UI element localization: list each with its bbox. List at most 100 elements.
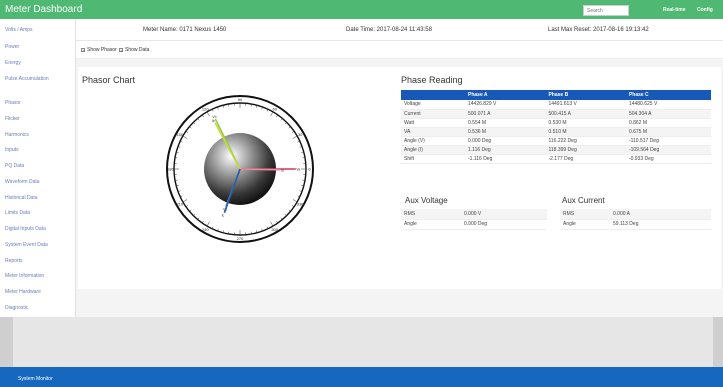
phasor-vector-ia bbox=[239, 168, 281, 171]
phasor-angle-label: 210 bbox=[176, 201, 183, 206]
aux-current-title: Aux Current bbox=[562, 196, 605, 205]
sidebar-nav: Volts / Amps Power Energy Pulse Accumula… bbox=[0, 19, 76, 317]
sidebar-item-pq-data[interactable]: PQ Data bbox=[5, 163, 24, 169]
sidebar-item-digital-inputs-data[interactable]: Digital Inputs Data bbox=[5, 226, 46, 232]
table-row: RMS 0.000 A bbox=[560, 209, 711, 220]
table-cell: 14426.829 V bbox=[465, 100, 546, 110]
phasor-vector-label: Ic bbox=[222, 214, 225, 218]
phasor-angle-label: 150 bbox=[176, 132, 183, 137]
date-time: Date Time: 2017-08-24 11:43:58 bbox=[346, 27, 432, 33]
table-row: Angle 0.000 Deg bbox=[401, 219, 547, 230]
sidebar-item-meter-information[interactable]: Meter Information bbox=[5, 273, 44, 279]
table-cell: 0.554 M bbox=[465, 118, 546, 128]
phasor-angle-label: 240 bbox=[202, 227, 209, 232]
realtime-link[interactable]: Real-time bbox=[663, 7, 686, 13]
table-cell: 0.000 Deg bbox=[465, 136, 546, 146]
phasor-angle-label: 30 bbox=[298, 132, 303, 137]
row-label: Voltage bbox=[401, 100, 465, 110]
top-bar: Meter Dashboard Real-time Config bbox=[0, 0, 723, 19]
phase-reading-table: Phase A Phase B Phase C Voltage 14426.829… bbox=[401, 90, 711, 164]
aux-value: 0.000 V bbox=[461, 209, 547, 220]
table-row: Angle 59.113 Deg bbox=[560, 219, 711, 230]
sidebar-item-diagnostic[interactable]: Diagnostic bbox=[5, 305, 28, 311]
table-cell: 0.862 M bbox=[625, 118, 711, 128]
config-link[interactable]: Config bbox=[697, 7, 713, 13]
status-bar: System Monitor bbox=[0, 367, 723, 387]
table-cell: -1.116 Deg bbox=[465, 154, 546, 164]
table-cell: 0.530 M bbox=[545, 118, 626, 128]
table-cell: 14480.625 V bbox=[625, 100, 711, 110]
column-header bbox=[401, 90, 465, 100]
sidebar-item-phasor[interactable]: Phasor bbox=[5, 100, 21, 106]
row-label: VA bbox=[401, 127, 465, 137]
table-row: Shift -1.116 Deg -2.177 Deg -0.933 Deg bbox=[401, 154, 711, 164]
sidebar-item-system-event-data[interactable]: System Event Data bbox=[5, 242, 48, 248]
table-cell: 500.071 A bbox=[465, 109, 546, 119]
search-input[interactable] bbox=[583, 5, 629, 16]
main-content: Phasor Chart 0 30 60 90 120 150 180 210 240 270 30… bbox=[76, 59, 723, 317]
sidebar-item-power[interactable]: Power bbox=[5, 44, 19, 50]
status-bar-text: System Monitor bbox=[18, 376, 53, 382]
aux-label: Angle bbox=[401, 219, 461, 230]
show-phasor-checkbox[interactable]: ✓ Show Phasor bbox=[81, 47, 117, 53]
checkbox-check-icon: ✓ bbox=[119, 48, 124, 53]
aux-voltage-table: RMS 0.000 V Angle 0.000 Deg bbox=[401, 209, 547, 230]
aux-voltage-title: Aux Voltage bbox=[405, 196, 448, 205]
table-row: Angle (V) 0.000 Deg 116.222 Deg -110.517 De… bbox=[401, 136, 711, 146]
show-data-checkbox[interactable]: ✓ Show Data bbox=[119, 47, 149, 53]
table-cell: -110.517 Deg bbox=[625, 136, 711, 146]
sidebar-item-meter-hardware[interactable]: Meter Hardware bbox=[5, 289, 41, 295]
sidebar-item-waveform-data[interactable]: Waveform Data bbox=[5, 179, 40, 185]
dashboard-panel: Phasor Chart 0 30 60 90 120 150 180 210 240 270 30… bbox=[78, 67, 721, 289]
table-cell: 0.675 M bbox=[625, 127, 711, 137]
aux-value: 59.113 Deg bbox=[610, 219, 711, 230]
sidebar-item-energy[interactable]: Energy bbox=[5, 60, 21, 66]
sidebar-item-historical-data[interactable]: Historical Data bbox=[5, 195, 38, 201]
phasor-chart-title: Phasor Chart bbox=[82, 75, 136, 85]
phasor-angle-label: 120 bbox=[202, 106, 209, 111]
aux-label: RMS bbox=[401, 209, 461, 220]
table-cell: 500.415 A bbox=[545, 109, 626, 119]
phasor-angle-label: 90 bbox=[238, 97, 243, 102]
phasor-chart: 0306090120150180210240270300330 VaIaVbIb… bbox=[166, 95, 314, 243]
table-header-row: Phase A Phase B Phase C bbox=[401, 90, 711, 100]
sidebar-item-limits-data[interactable]: Limits Data bbox=[5, 210, 30, 216]
row-label: Angle (V) bbox=[401, 136, 465, 146]
aux-label: RMS bbox=[560, 209, 610, 220]
row-label: Shift bbox=[401, 154, 465, 164]
table-cell: 116.222 Deg bbox=[545, 136, 626, 146]
table-cell: 0.510 M bbox=[545, 127, 626, 137]
lower-background bbox=[0, 317, 723, 367]
phasor-vector-label: Ia bbox=[281, 168, 284, 172]
meter-info-bar: Meter Name: 0171 Nexus 1450 Date Time: 2… bbox=[76, 19, 723, 41]
phasor-vector-label: Ib bbox=[212, 119, 215, 123]
sidebar-item-inputs[interactable]: Inputs bbox=[5, 147, 19, 153]
table-row: Voltage 14426.829 V 14491.613 V 14480.625 V bbox=[401, 100, 711, 110]
phasor-angle-label: 180 bbox=[167, 167, 174, 172]
phase-reading-title: Phase Reading bbox=[401, 75, 463, 85]
sidebar-item-reports[interactable]: Reports bbox=[5, 258, 23, 264]
table-row: Watt 0.554 M 0.530 M 0.862 M bbox=[401, 118, 711, 128]
sidebar-item-volts-amps[interactable]: Volts / Amps bbox=[5, 27, 33, 33]
row-label: Current bbox=[401, 109, 465, 119]
table-row: Angle (I) 1.116 Deg 118.399 Deg -109.564 De… bbox=[401, 145, 711, 155]
table-cell: 118.399 Deg bbox=[545, 145, 626, 155]
sidebar-item-harmonics[interactable]: Harmonics bbox=[5, 132, 29, 138]
column-header: Phase B bbox=[545, 90, 626, 100]
phasor-angle-label: 300 bbox=[271, 227, 278, 232]
sidebar-item-flicker[interactable]: Flicker bbox=[5, 116, 20, 122]
row-label: Angle (I) bbox=[401, 145, 465, 155]
show-phasor-label: Show Phasor bbox=[87, 47, 117, 53]
aux-value: 0.000 Deg bbox=[461, 219, 547, 230]
phasor-angle-label: 60 bbox=[273, 106, 278, 111]
phasor-angle-label: 270 bbox=[237, 236, 244, 241]
table-cell: 1.116 Deg bbox=[465, 145, 546, 155]
display-toggles: ✓ Show Phasor ✓ Show Data bbox=[76, 41, 723, 59]
sidebar-item-pulse-accumulation[interactable]: Pulse Accumulation bbox=[5, 76, 49, 82]
table-cell: 504.304 A bbox=[625, 109, 711, 119]
table-cell: 14491.613 V bbox=[545, 100, 626, 110]
phasor-angle-label: 330 bbox=[297, 201, 304, 206]
lower-sheet bbox=[13, 317, 713, 367]
table-cell: -109.564 Deg bbox=[625, 145, 711, 155]
checkbox-check-icon: ✓ bbox=[81, 48, 86, 53]
